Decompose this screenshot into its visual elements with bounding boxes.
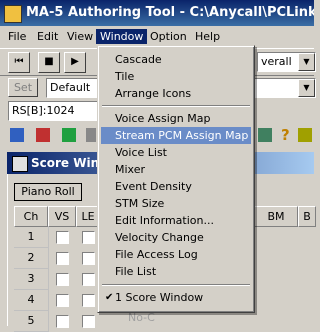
menu-item-event-density[interactable]: Event Density [101, 178, 251, 195]
refresh-icon[interactable] [62, 128, 76, 142]
tool-icon[interactable] [258, 128, 272, 142]
default-select-value: Default [50, 81, 91, 94]
menu-option[interactable]: Option [146, 29, 191, 44]
menu-item-edit-information[interactable]: Edit Information... [101, 212, 251, 229]
chevron-down-icon: ▼ [298, 79, 315, 97]
menu-separator [102, 105, 250, 107]
menu-item-voice-assign-map[interactable]: Voice Assign Map [101, 110, 251, 127]
stop-button[interactable]: ■ [38, 52, 60, 73]
menu-item-score-window[interactable]: ✔ 1 Score Window [101, 289, 251, 306]
checkmark-icon: ✔ [105, 292, 114, 303]
window-title: MA-5 Authoring Tool - C:\Anycall\PCLink … [26, 5, 314, 20]
overall-select-value: verall [261, 55, 292, 68]
menu-item-cascade[interactable]: Cascade [101, 51, 251, 68]
play-button[interactable]: ▶ [64, 52, 86, 73]
convert-icon[interactable] [36, 128, 50, 142]
column-header: Ch [14, 206, 48, 227]
score-window-icon [12, 156, 28, 172]
row-number: 2 [14, 248, 49, 269]
vs-checkbox[interactable] [56, 231, 69, 244]
menu-item-file-access-log[interactable]: File Access Log [101, 246, 251, 263]
row-number: 1 [14, 227, 49, 248]
rewind-button[interactable]: ⏮ [8, 52, 30, 73]
window-menu-dropdown: Cascade Tile Arrange Icons Voice Assign … [97, 45, 255, 313]
title-bar: MA-5 Authoring Tool - C:\Anycall\PCLink … [0, 0, 314, 26]
vs-checkbox[interactable] [56, 294, 69, 307]
menu-edit[interactable]: Edit [33, 29, 62, 44]
column-header: BM [254, 206, 298, 227]
menu-item-file-list[interactable]: File List [101, 263, 251, 280]
overall-select[interactable]: verall ▼ [257, 52, 316, 72]
menu-bar: File Edit View Window Option Help [0, 27, 314, 46]
menu-item-score-window-label: 1 Score Window [115, 291, 204, 304]
rs-field: RS[B]:1024 [8, 101, 101, 121]
row-number: 4 [14, 290, 49, 311]
row-number: 3 [14, 269, 49, 290]
menu-item-stream-pcm-assign-map[interactable]: Stream PCM Assign Map [101, 127, 251, 144]
tool-icon[interactable] [86, 128, 96, 142]
column-header: VS [48, 206, 76, 227]
menu-file[interactable]: File [4, 29, 30, 44]
chevron-down-icon: ▼ [298, 53, 315, 71]
le-checkbox[interactable] [82, 294, 95, 307]
le-checkbox[interactable] [82, 231, 95, 244]
le-checkbox[interactable] [82, 315, 95, 328]
row-number: 5 [14, 311, 49, 332]
menu-item-mixer[interactable]: Mixer [101, 161, 251, 178]
le-checkbox[interactable] [82, 273, 95, 286]
menu-item-tile[interactable]: Tile [101, 68, 251, 85]
set-button[interactable]: Set [8, 78, 38, 97]
menu-separator [102, 284, 250, 286]
menu-item-voice-list[interactable]: Voice List [101, 144, 251, 161]
open-icon[interactable] [10, 128, 24, 142]
vs-checkbox[interactable] [56, 252, 69, 265]
menu-help[interactable]: Help [191, 29, 224, 44]
menu-item-arrange-icons[interactable]: Arrange Icons [101, 85, 251, 102]
le-checkbox[interactable] [82, 252, 95, 265]
help-icon[interactable]: ? [281, 126, 290, 144]
app-icon [4, 5, 22, 23]
right-select[interactable]: ▼ [253, 78, 316, 98]
default-select[interactable]: Default [46, 78, 101, 98]
menu-item-velocity-change[interactable]: Velocity Change [101, 229, 251, 246]
tool-icon[interactable] [298, 128, 312, 142]
column-header: B [298, 206, 316, 227]
vs-checkbox[interactable] [56, 315, 69, 328]
piano-roll-button[interactable]: Piano Roll [14, 183, 82, 201]
menu-window[interactable]: Window [96, 29, 148, 44]
menu-item-stm-size[interactable]: STM Size [101, 195, 251, 212]
vs-checkbox[interactable] [56, 273, 69, 286]
menu-view[interactable]: View [63, 29, 97, 44]
